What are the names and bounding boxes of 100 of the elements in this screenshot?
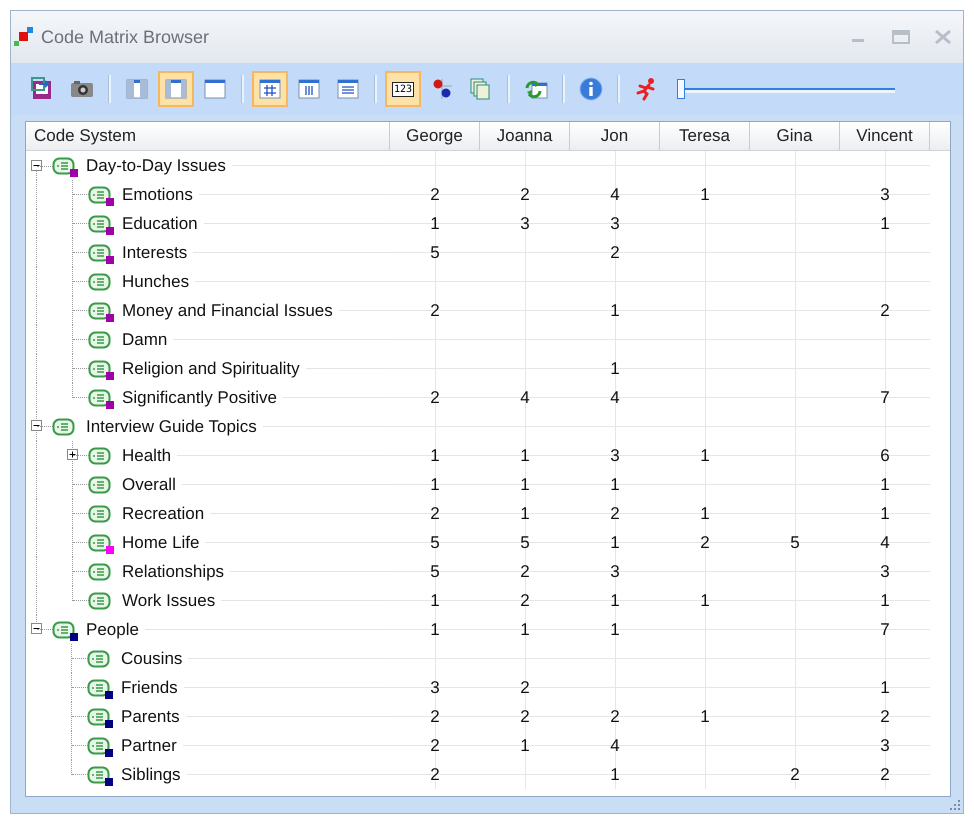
code-tag-icon	[87, 764, 111, 784]
split-panel-icon	[164, 77, 188, 101]
code-name[interactable]: Hunches	[122, 272, 196, 292]
code-tag-icon	[88, 300, 112, 320]
code-tag-icon	[88, 562, 112, 582]
matrix-cell: 5	[390, 528, 480, 557]
matrix-cell: 2	[390, 731, 480, 760]
column-header[interactable]: George	[390, 122, 480, 150]
matrix-cell: 1	[570, 528, 660, 557]
code-name[interactable]: Home Life	[122, 532, 206, 552]
matrix-cell: 3	[840, 731, 930, 760]
code-tag-icon	[88, 330, 112, 350]
code-tag-icon	[88, 446, 112, 466]
app-logo-icon	[13, 26, 35, 48]
matrix-cell: 1	[570, 760, 660, 789]
matrix-cell: 1	[480, 499, 570, 528]
matrix-cell: 2	[750, 760, 840, 789]
matrix-cell: 2	[570, 499, 660, 528]
matrix-cell: 4	[840, 528, 930, 557]
collapse-icon[interactable]	[31, 623, 42, 634]
code-name[interactable]: Emotions	[122, 184, 199, 204]
columns-icon	[297, 77, 321, 101]
column-header[interactable]: Code System	[26, 122, 390, 150]
matrix-cell: 6	[840, 441, 930, 470]
code-name[interactable]: Recreation	[122, 504, 210, 524]
matrix-cell: 1	[570, 354, 660, 383]
code-name[interactable]: Siblings	[121, 764, 187, 784]
code-tag-icon	[88, 532, 112, 552]
expand-icon[interactable]	[67, 449, 78, 460]
matrix-cell: 7	[840, 383, 930, 412]
matrix-cell: 7	[840, 615, 930, 644]
rows-icon	[336, 77, 360, 101]
code-name[interactable]: Significantly Positive	[122, 388, 283, 408]
matrix-cell: 2	[660, 528, 750, 557]
split-panel-button[interactable]	[158, 71, 194, 107]
matrix-cell: 4	[570, 180, 660, 209]
code-name[interactable]: Cousins	[121, 648, 188, 668]
code-tag-icon	[52, 620, 76, 640]
matrix-cell: 1	[840, 470, 930, 499]
code-tag-icon	[88, 272, 112, 292]
code-name[interactable]: Money and Financial Issues	[122, 300, 339, 320]
code-name[interactable]: Overall	[122, 474, 182, 494]
matrix-cell: 1	[390, 470, 480, 499]
matrix-cell: 3	[840, 557, 930, 586]
code-name[interactable]: Work Issues	[122, 590, 222, 610]
matrix-cell: 5	[480, 528, 570, 557]
matrix-cell: 1	[660, 702, 750, 731]
code-tag-icon	[87, 648, 111, 668]
column-header[interactable]: Jon	[570, 122, 660, 150]
matrix-cell: 2	[840, 702, 930, 731]
code-name[interactable]: Health	[122, 446, 178, 466]
code-name[interactable]: Religion and Spirituality	[122, 358, 306, 378]
matrix-cell: 1	[570, 615, 660, 644]
matrix-cell: 1	[840, 499, 930, 528]
column-header[interactable]: Teresa	[660, 122, 750, 150]
code-name[interactable]: Parents	[121, 706, 186, 726]
matrix-cell: 1	[390, 586, 480, 615]
code-tag-icon	[88, 474, 112, 494]
matrix-cell: 2	[390, 296, 480, 325]
matrix-cell: 2	[390, 383, 480, 412]
code-name[interactable]: Interests	[122, 242, 194, 262]
matrix-cell: 1	[390, 441, 480, 470]
code-name[interactable]: Damn	[122, 330, 174, 350]
code-name[interactable]: Interview Guide Topics	[86, 416, 263, 436]
matrix-cell: 3	[570, 441, 660, 470]
collapse-icon[interactable]	[31, 160, 42, 171]
numbers-toggle-button[interactable]: 123	[385, 71, 421, 107]
matrix-cell: 2	[480, 180, 570, 209]
grid-button[interactable]	[252, 71, 288, 107]
code-name[interactable]: Education	[122, 214, 204, 234]
matrix-cell: 1	[660, 180, 750, 209]
code-tag-icon	[52, 156, 76, 176]
matrix-cell: 1	[570, 296, 660, 325]
matrix-cell: 1	[390, 615, 480, 644]
collapse-icon[interactable]	[31, 420, 42, 431]
matrix-cell: 4	[570, 731, 660, 760]
matrix-cell: 3	[570, 557, 660, 586]
matrix-cell: 2	[840, 760, 930, 789]
code-tag-icon	[88, 214, 112, 234]
code-tag-icon	[88, 242, 112, 262]
matrix-cell: 2	[390, 702, 480, 731]
info-icon	[579, 77, 603, 101]
code-name[interactable]: Day-to-Day Issues	[86, 156, 232, 176]
matrix-cell: 2	[390, 499, 480, 528]
column-header[interactable]: Gina	[750, 122, 840, 150]
slider-thumb[interactable]	[677, 79, 685, 99]
matrix-cell: 1	[840, 586, 930, 615]
code-tag-icon	[52, 416, 76, 436]
code-name[interactable]: Partner	[121, 736, 183, 756]
column-header[interactable]: Vincent	[840, 122, 930, 150]
resize-grip-icon[interactable]	[949, 799, 961, 811]
code-name[interactable]: Friends	[121, 678, 184, 698]
code-tag-icon	[87, 706, 111, 726]
code-name[interactable]: Relationships	[122, 562, 230, 582]
matrix-cell: 1	[840, 673, 930, 702]
matrix-cell: 1	[480, 731, 570, 760]
matrix-cell: 1	[570, 470, 660, 499]
column-header[interactable]: Joanna	[480, 122, 570, 150]
code-name[interactable]: People	[86, 620, 145, 640]
matrix-cell: 5	[390, 238, 480, 267]
